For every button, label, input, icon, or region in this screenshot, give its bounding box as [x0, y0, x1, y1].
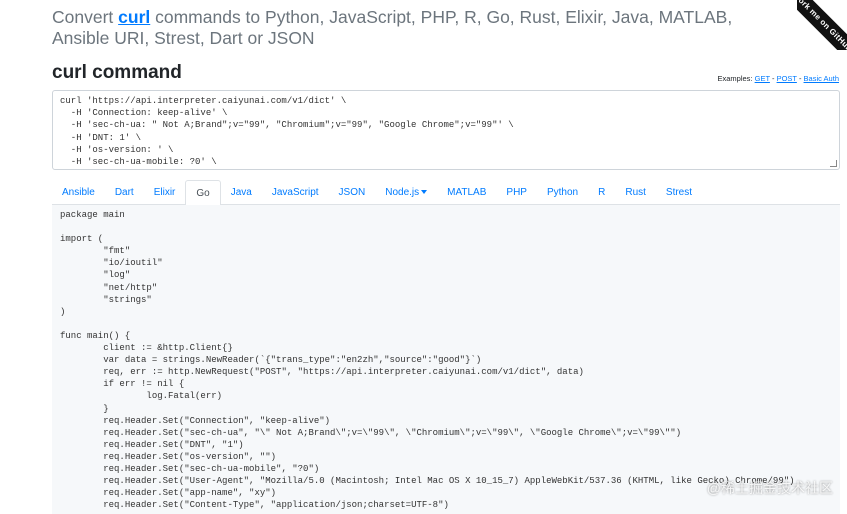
tab-label: Elixir: [153, 187, 176, 198]
code-line: ): [60, 306, 66, 317]
examples-links: Examples: GET - POST - Basic Auth: [718, 74, 840, 83]
code-line: "fmt": [60, 246, 131, 257]
curl-line: -H 'sec-ch-ua: " Not A;Brand";v="99", "C…: [60, 120, 514, 131]
curl-line: -H 'os-version: ' \: [60, 144, 174, 155]
example-post-link[interactable]: POST: [777, 74, 797, 83]
tab-r[interactable]: R: [588, 180, 615, 205]
example-basic-auth-link[interactable]: Basic Auth: [804, 74, 839, 83]
heading-suffix: commands to Python, JavaScript, PHP, R, …: [52, 7, 733, 48]
tab-php[interactable]: PHP: [496, 180, 537, 205]
code-line: req.Header.Set("Content-Type", "applicat…: [60, 500, 449, 511]
tab-node-js[interactable]: Node.js: [375, 180, 437, 205]
page-heading: Convert curl commands to Python, JavaScr…: [52, 7, 772, 49]
code-line: }: [60, 403, 109, 414]
tab-label: Python: [546, 187, 579, 198]
curl-line: -H 'User-Agent: Mozilla/5.0 (Macintosh; …: [60, 168, 832, 169]
watermark: @稀土掘金技术社区: [706, 480, 833, 496]
curl-line: -H 'Connection: keep-alive' \: [60, 108, 228, 119]
code-line: var data = strings.NewReader(`{"trans_ty…: [60, 355, 482, 366]
code-line: req.Header.Set("os-version", ""): [60, 451, 277, 462]
code-line: req, err := http.NewRequest("POST", "htt…: [60, 367, 584, 378]
code-line: log.Fatal(err): [60, 391, 223, 402]
tab-label: Go: [196, 188, 210, 199]
fork-ribbon[interactable]: Fork me on GitHub: [797, 0, 847, 50]
curl-link[interactable]: curl: [118, 7, 150, 27]
tab-label: R: [598, 187, 606, 198]
code-line: "log": [60, 270, 131, 281]
code-line: if err != nil {: [60, 379, 185, 390]
code-line: "io/ioutil": [60, 258, 163, 269]
resize-handle-icon[interactable]: [830, 160, 837, 167]
tab-label: JSON: [338, 187, 366, 198]
curl-command-text[interactable]: curl 'https://api.interpreter.caiyunai.c…: [60, 95, 832, 169]
tab-elixir[interactable]: Elixir: [144, 180, 186, 205]
fork-ribbon-label[interactable]: Fork me on GitHub: [797, 0, 847, 50]
tab-label: Ansible: [62, 187, 95, 198]
tab-json[interactable]: JSON: [329, 180, 376, 205]
tab-javascript[interactable]: JavaScript: [262, 180, 329, 205]
code-line: req.Header.Set("sec-ch-ua", "\" Not A;Br…: [60, 427, 682, 438]
language-tabs: Ansible Dart Elixir Go Java JavaScript JSON Nod…: [52, 180, 840, 206]
tab-strest[interactable]: Strest: [656, 180, 702, 205]
tab-label: PHP: [506, 187, 527, 198]
tab-label: JavaScript: [271, 187, 319, 198]
code-line: "strings": [60, 294, 152, 305]
curl-command-input[interactable]: curl 'https://api.interpreter.caiyunai.c…: [52, 90, 840, 170]
tab-rust[interactable]: Rust: [615, 180, 656, 205]
tab-python[interactable]: Python: [537, 180, 588, 205]
generated-code-output[interactable]: package main import ( "fmt" "io/ioutil" "…: [52, 205, 840, 514]
code-line: req.Header.Set("sec-ch-ua-mobile", "?0"): [60, 463, 320, 474]
tab-label: Dart: [114, 187, 134, 198]
examples-separator: -: [796, 74, 804, 83]
tab-ansible[interactable]: Ansible: [52, 180, 105, 205]
section-title: curl command: [52, 62, 182, 83]
examples-prefix: Examples:: [717, 74, 755, 83]
curl-line: -H 'DNT: 1' \: [60, 132, 142, 143]
code-line: import (: [60, 234, 104, 245]
tab-label: Java: [230, 187, 252, 198]
tab-dart[interactable]: Dart: [105, 180, 144, 205]
code-line: client := &http.Client{}: [60, 343, 233, 354]
code-line: func main() {: [60, 330, 131, 341]
code-line: req.Header.Set("DNT", "1"): [60, 439, 244, 450]
curl-line: -H 'sec-ch-ua-mobile: ?0' \: [60, 156, 217, 167]
code-line: package main: [60, 210, 125, 220]
tab-label: MATLAB: [447, 187, 487, 198]
example-get-link[interactable]: GET: [755, 74, 770, 83]
tab-label: Node.js: [385, 187, 420, 198]
caret-down-icon: [421, 190, 428, 195]
tab-go[interactable]: Go: [185, 180, 221, 206]
code-line: req.Header.Set("Connection", "keep-alive…: [60, 415, 331, 426]
tab-label: Rust: [625, 187, 646, 198]
heading-prefix: Convert: [52, 7, 119, 27]
curl-line: curl 'https://api.interpreter.caiyunai.c…: [60, 96, 347, 106]
tab-matlab[interactable]: MATLAB: [437, 180, 496, 205]
tab-label: Strest: [665, 187, 693, 198]
examples-separator: -: [769, 74, 777, 83]
code-line: "net/http": [60, 282, 158, 293]
tab-java[interactable]: Java: [221, 180, 262, 205]
